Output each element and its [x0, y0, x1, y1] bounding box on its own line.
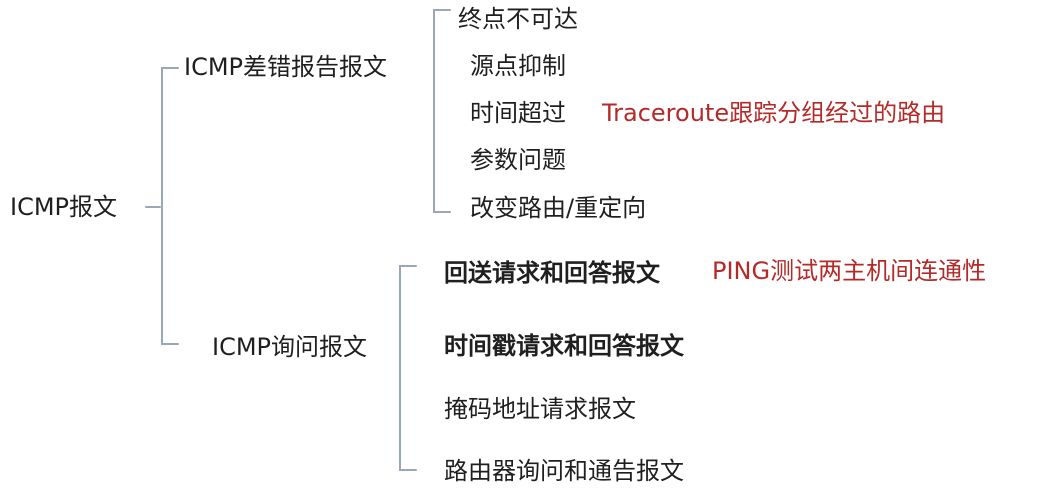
error-reports-node: ICMP差错报告报文: [184, 53, 388, 81]
ping-note: PING测试两主机间连通性: [712, 257, 987, 285]
query-item-echo: 回送请求和回答报文: [444, 259, 660, 287]
root-node: ICMP报文: [10, 193, 118, 221]
error-item-time-exceeded: 时间超过: [470, 99, 566, 127]
error-item-parameter-problem: 参数问题: [470, 146, 566, 174]
root-bracket: [145, 67, 179, 345]
query-item-timestamp: 时间戳请求和回答报文: [444, 332, 684, 360]
error-item-destination-unreachable: 终点不可达: [458, 5, 578, 33]
error-item-redirect: 改变路由/重定向: [470, 194, 647, 222]
query-item-address-mask: 掩码地址请求报文: [444, 395, 636, 423]
error-reports-bracket: [433, 9, 451, 213]
query-messages-node: ICMP询问报文: [212, 333, 368, 361]
traceroute-note: Traceroute跟踪分组经过的路由: [602, 99, 946, 127]
query-messages-bracket: [399, 265, 417, 471]
error-item-source-quench: 源点抑制: [470, 52, 566, 80]
query-item-router-discovery: 路由器询问和通告报文: [444, 457, 684, 485]
